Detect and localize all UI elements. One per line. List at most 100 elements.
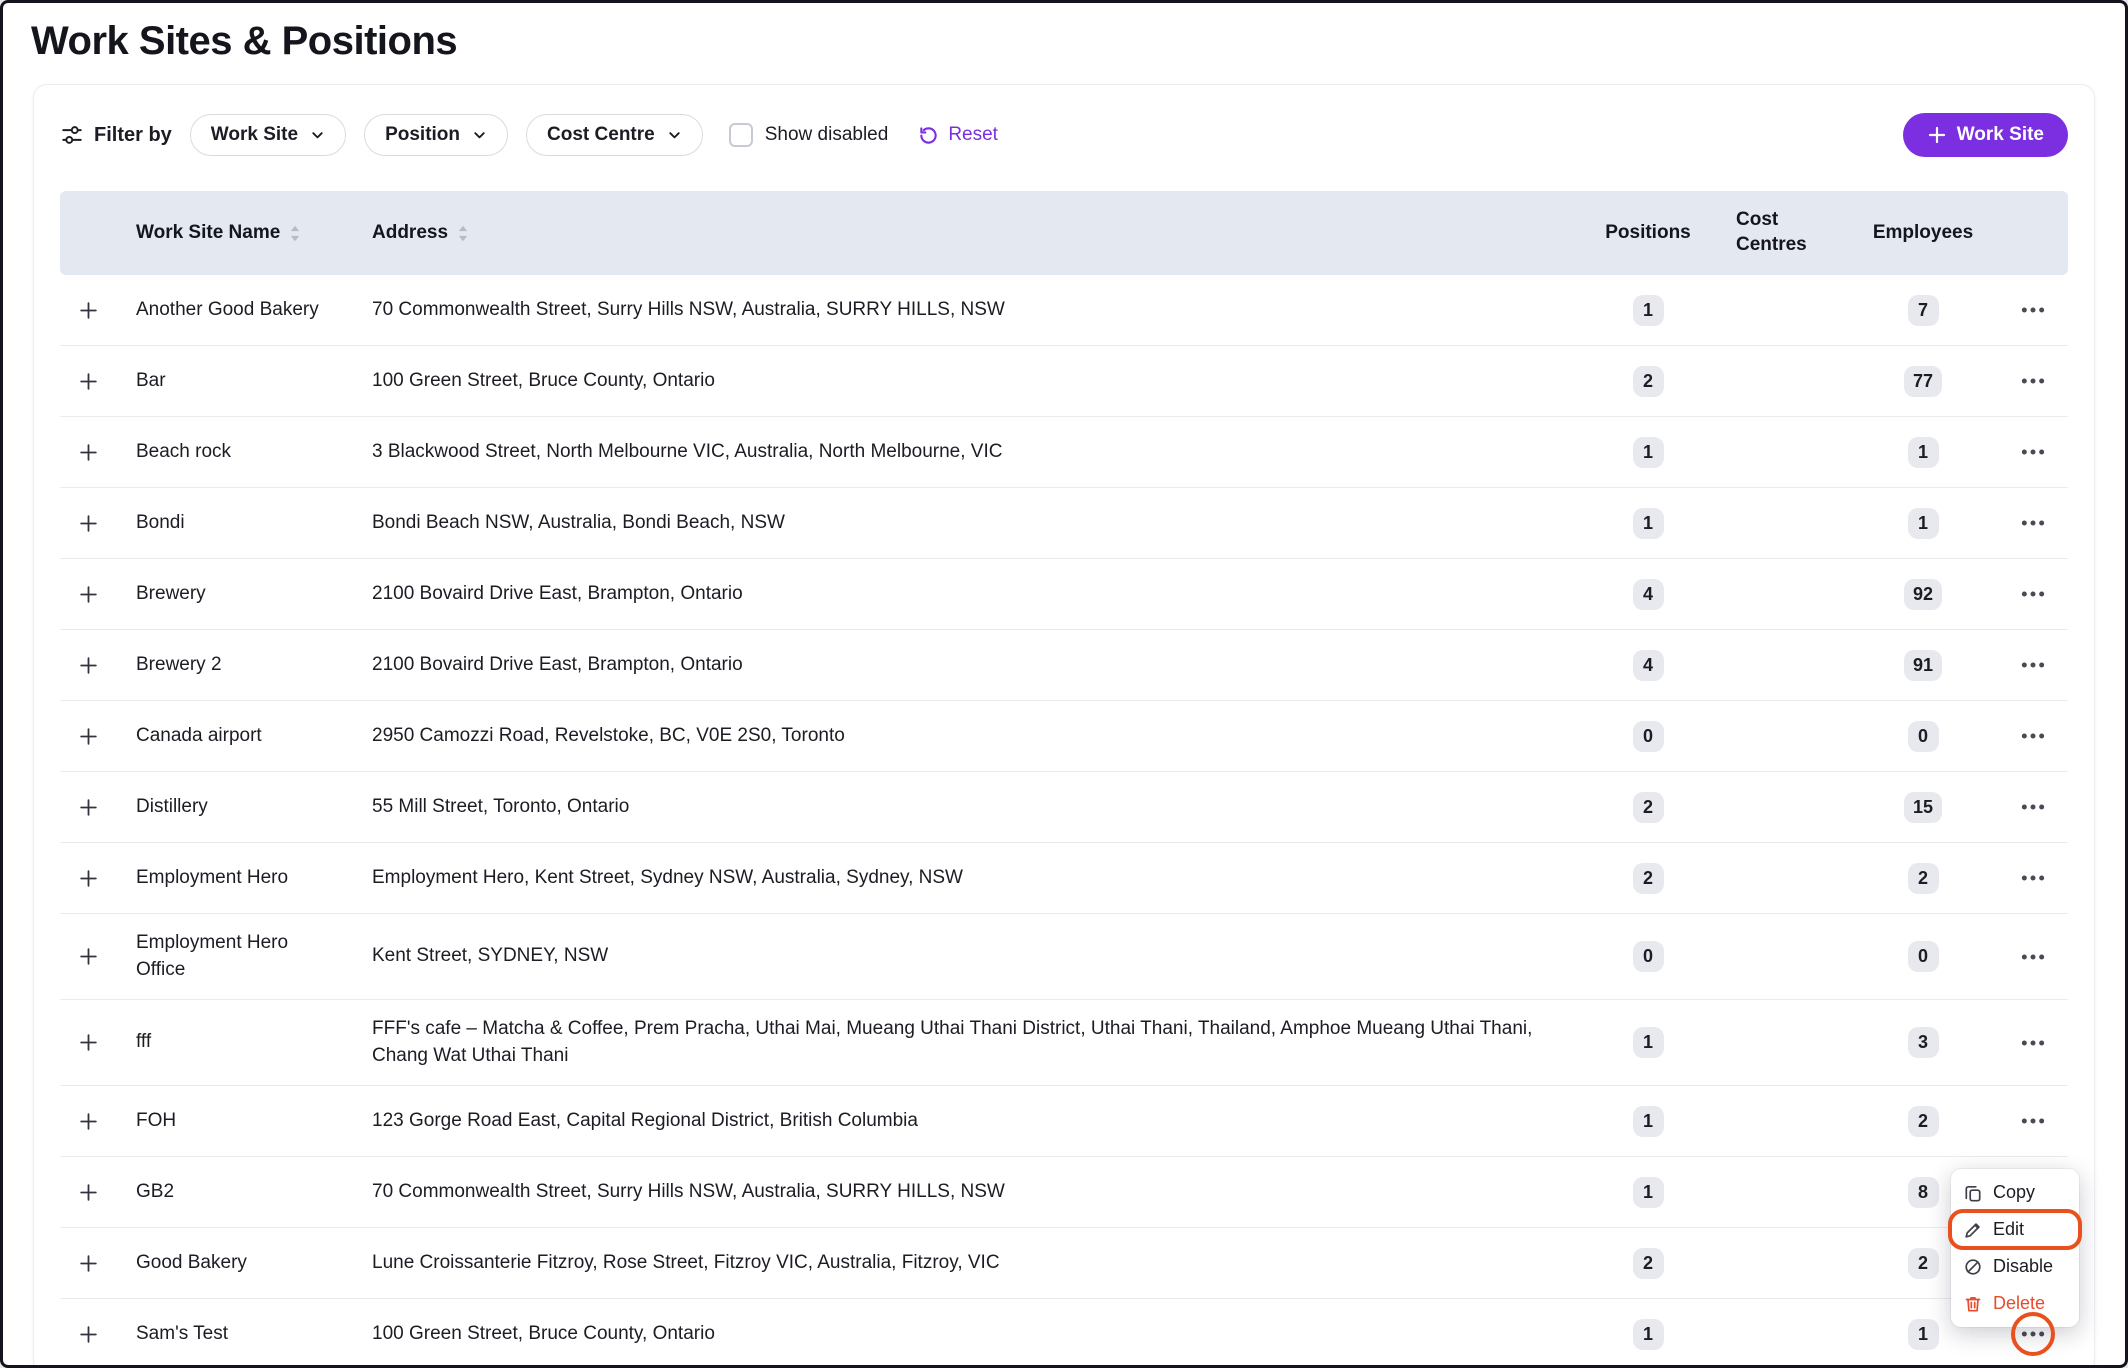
ellipsis-icon [2020, 1108, 2046, 1134]
header-cost-centres: Cost Centres [1708, 208, 1828, 257]
table-row: Brewery 2 2100 Bovaird Drive East, Bramp… [60, 630, 2068, 701]
row-expand-button[interactable] [70, 1316, 106, 1352]
row-expand-button[interactable] [70, 434, 106, 470]
work-site-name-cell: Sam's Test [116, 1321, 356, 1348]
positions-count-badge: 4 [1633, 650, 1664, 681]
row-menu-button[interactable] [2015, 576, 2051, 612]
positions-count-badge: 1 [1633, 1319, 1664, 1350]
row-menu-button[interactable] [2015, 434, 2051, 470]
sort-icon[interactable] [289, 225, 301, 242]
plus-icon [78, 726, 99, 747]
menu-item-copy[interactable]: Copy [1951, 1174, 2079, 1211]
row-expand-button[interactable] [70, 505, 106, 541]
employees-count-badge: 1 [1908, 508, 1939, 539]
position-filter-dropdown[interactable]: Position [364, 114, 508, 156]
row-menu-button[interactable] [2015, 363, 2051, 399]
show-disabled-label: Show disabled [765, 124, 889, 146]
row-expand-button[interactable] [70, 860, 106, 896]
employees-count-badge: 0 [1908, 721, 1939, 752]
plus-icon [78, 868, 99, 889]
menu-item-copy-label: Copy [1993, 1182, 2035, 1203]
filter-by-label: Filter by [60, 123, 172, 147]
address-cell: Bondi Beach NSW, Australia, Bondi Beach,… [356, 510, 1588, 537]
row-menu-button[interactable] [2015, 939, 2051, 975]
ellipsis-icon [2020, 794, 2046, 820]
row-expand-button[interactable] [70, 718, 106, 754]
row-menu-button[interactable] [2015, 505, 2051, 541]
cost-centre-filter-dropdown[interactable]: Cost Centre [526, 114, 703, 156]
row-menu-button[interactable] [2015, 789, 2051, 825]
menu-item-edit[interactable]: Edit [1951, 1211, 2079, 1248]
work-site-filter-dropdown[interactable]: Work Site [190, 114, 346, 156]
reset-filters-button[interactable]: Reset [918, 124, 998, 146]
header-work-site-name[interactable]: Work Site Name [116, 222, 356, 244]
sort-icon[interactable] [457, 225, 469, 242]
row-expand-button[interactable] [70, 1103, 106, 1139]
table-row: Another Good Bakery 70 Commonwealth Stre… [60, 275, 2068, 346]
employees-count-badge: 8 [1908, 1177, 1939, 1208]
table-row: Distillery 55 Mill Street, Toronto, Onta… [60, 772, 2068, 843]
plus-icon [78, 946, 99, 967]
menu-item-delete-label: Delete [1993, 1293, 2045, 1314]
table-row: fff FFF's cafe – Matcha & Coffee, Prem P… [60, 1000, 2068, 1086]
address-cell: 70 Commonwealth Street, Surry Hills NSW,… [356, 297, 1588, 324]
chevron-down-icon [667, 128, 682, 143]
work-site-name-cell: Bar [116, 368, 356, 395]
show-disabled-toggle[interactable]: Show disabled [729, 123, 889, 147]
work-site-name-cell: Brewery [116, 581, 356, 608]
address-cell: 100 Green Street, Bruce County, Ontario [356, 1321, 1588, 1348]
menu-item-delete[interactable]: Delete [1951, 1285, 2079, 1322]
plus-icon [78, 584, 99, 605]
table-row: Employment Hero Employment Hero, Kent St… [60, 843, 2068, 914]
work-site-name-cell: Another Good Bakery [116, 297, 356, 324]
row-expand-button[interactable] [70, 1174, 106, 1210]
address-cell: 3 Blackwood Street, North Melbourne VIC,… [356, 439, 1588, 466]
plus-icon [78, 442, 99, 463]
show-disabled-checkbox[interactable] [729, 123, 753, 147]
row-menu-button[interactable] [2015, 718, 2051, 754]
row-expand-button[interactable] [70, 939, 106, 975]
ellipsis-icon [2020, 1030, 2046, 1056]
row-expand-button[interactable] [70, 363, 106, 399]
address-cell: 100 Green Street, Bruce County, Ontario [356, 368, 1588, 395]
row-expand-button[interactable] [70, 789, 106, 825]
table-header-row: Work Site Name Address Positions Cost Ce… [60, 191, 2068, 275]
employees-count-badge: 77 [1904, 366, 1942, 397]
row-menu-button[interactable] [2015, 292, 2051, 328]
table-body: Another Good Bakery 70 Commonwealth Stre… [60, 275, 2068, 1368]
menu-item-disable-label: Disable [1993, 1256, 2053, 1277]
reset-icon [918, 125, 939, 146]
plus-icon [78, 1324, 99, 1345]
ellipsis-icon [2020, 944, 2046, 970]
address-cell: 2950 Camozzi Road, Revelstoke, BC, V0E 2… [356, 723, 1588, 750]
row-menu-button[interactable] [2015, 647, 2051, 683]
row-menu-button[interactable] [2015, 860, 2051, 896]
menu-item-edit-label: Edit [1993, 1219, 2024, 1240]
row-expand-button[interactable] [70, 647, 106, 683]
header-address[interactable]: Address [356, 222, 1588, 244]
row-menu-button[interactable] [2015, 1103, 2051, 1139]
table-row: Beach rock 3 Blackwood Street, North Mel… [60, 417, 2068, 488]
add-work-site-button[interactable]: Work Site [1903, 113, 2068, 157]
address-cell: Employment Hero, Kent Street, Sydney NSW… [356, 865, 1588, 892]
employees-count-badge: 92 [1904, 579, 1942, 610]
work-sites-card: Filter by Work Site Position Cost Centre… [33, 84, 2095, 1368]
ellipsis-icon [2020, 581, 2046, 607]
row-expand-button[interactable] [70, 576, 106, 612]
menu-item-disable[interactable]: Disable [1951, 1248, 2079, 1285]
filter-by-text: Filter by [94, 124, 172, 147]
row-expand-button[interactable] [70, 1025, 106, 1061]
positions-count-badge: 2 [1633, 1248, 1664, 1279]
work-site-name-cell: Beach rock [116, 439, 356, 466]
work-site-name-cell: Employment Hero Office [116, 930, 356, 983]
table-row: GB2 70 Commonwealth Street, Surry Hills … [60, 1157, 2068, 1228]
row-expand-button[interactable] [70, 292, 106, 328]
plus-icon [78, 1182, 99, 1203]
row-menu-button[interactable] [2015, 1025, 2051, 1061]
header-work-site-name-label: Work Site Name [136, 222, 280, 244]
plus-icon [78, 1111, 99, 1132]
row-expand-button[interactable] [70, 1245, 106, 1281]
work-site-filter-label: Work Site [211, 124, 298, 146]
plus-icon [78, 1032, 99, 1053]
plus-icon [78, 797, 99, 818]
